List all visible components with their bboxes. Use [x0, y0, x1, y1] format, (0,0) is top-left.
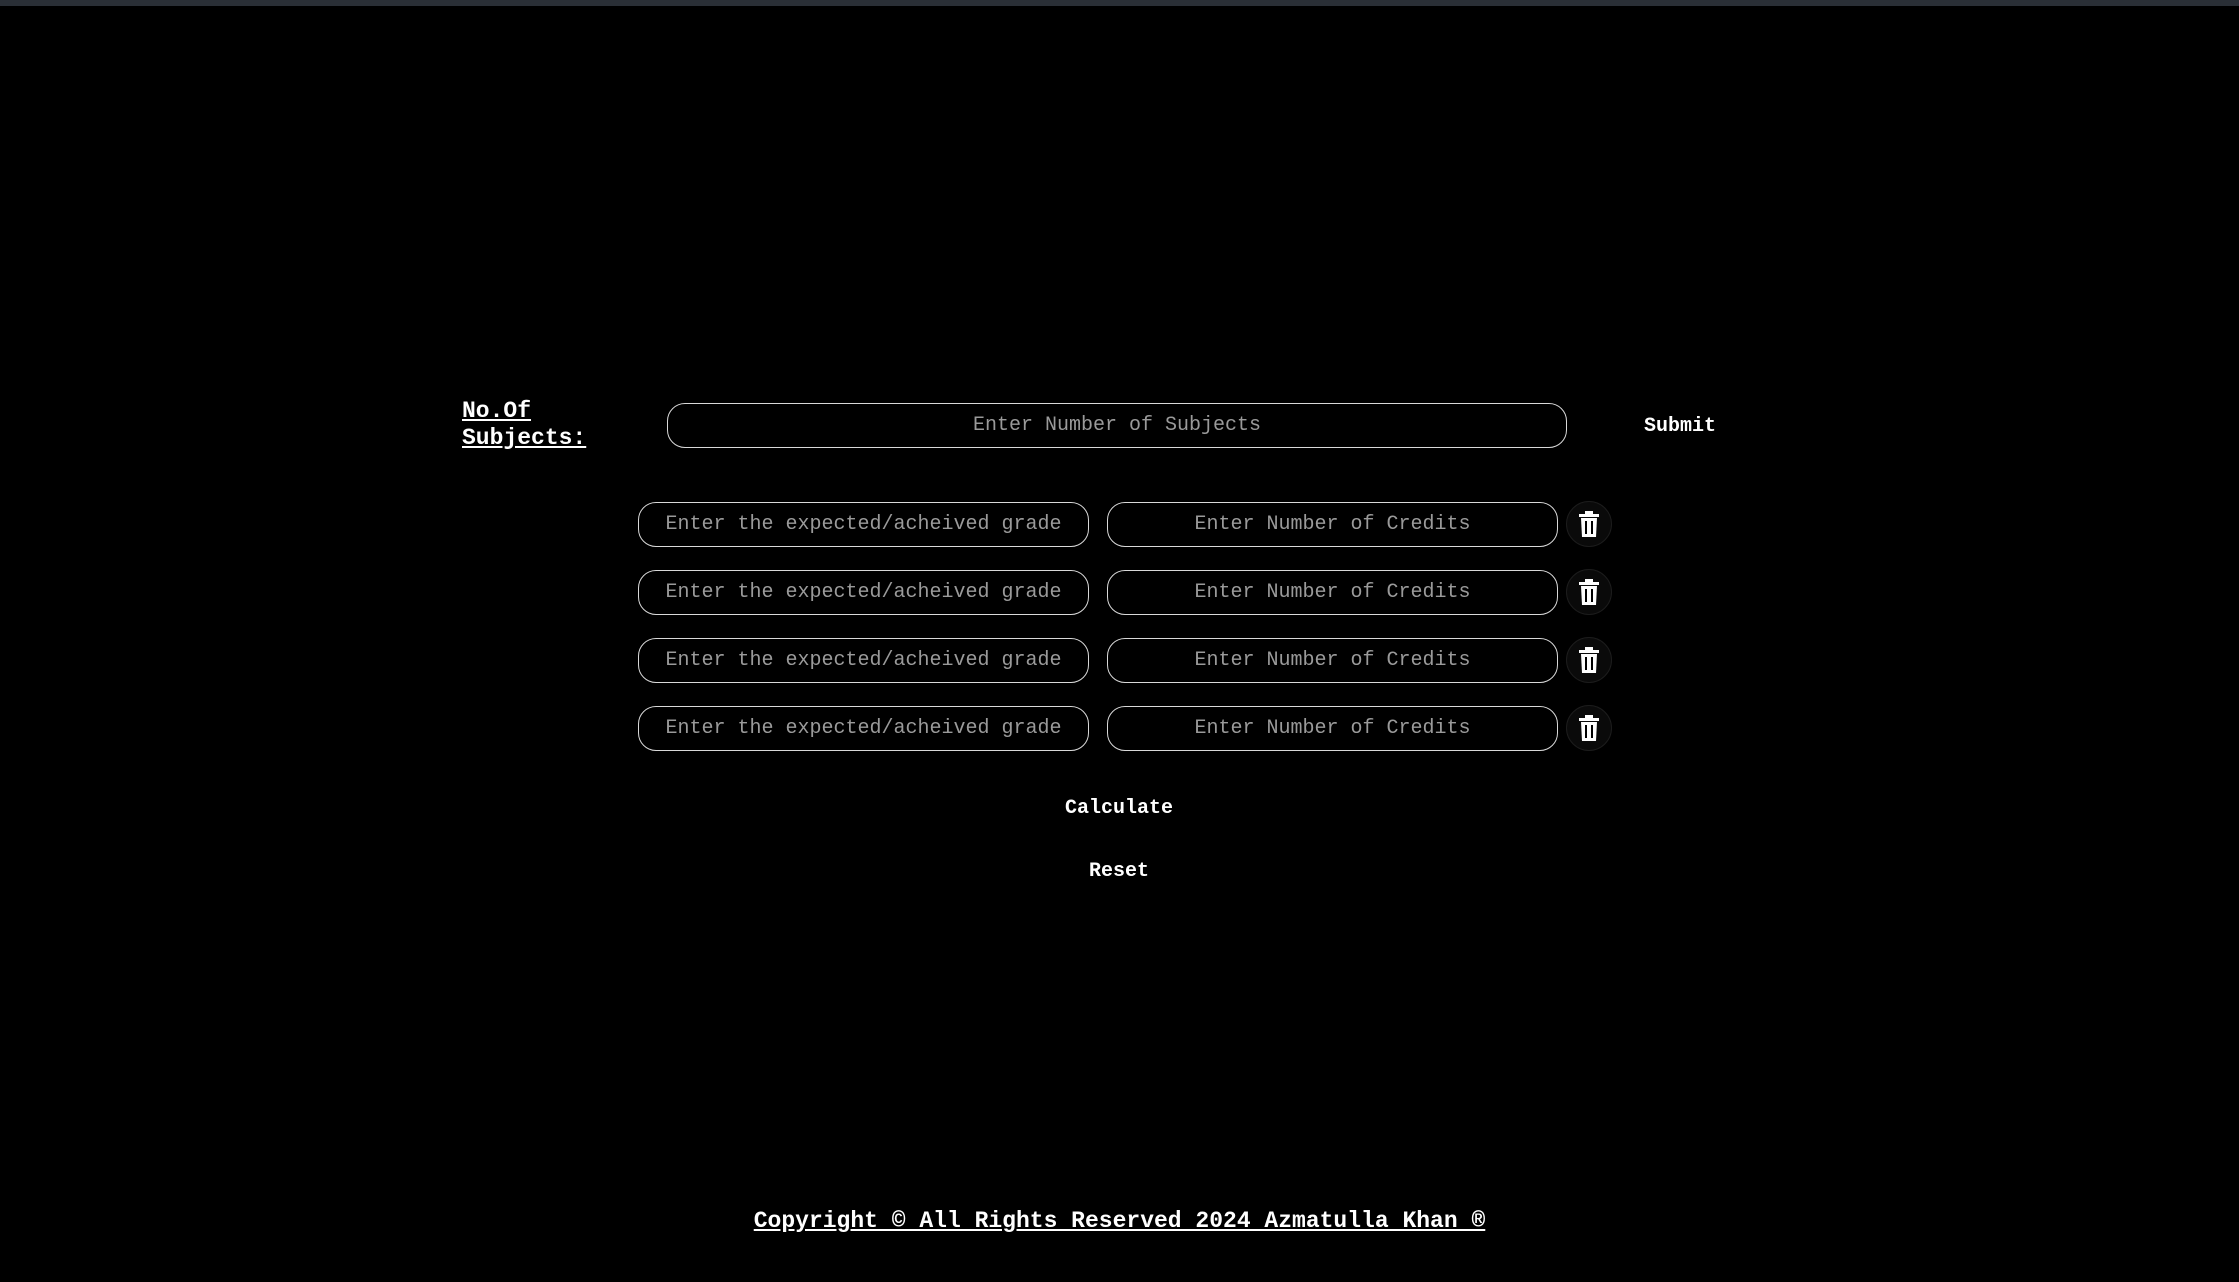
credits-input[interactable]: [1107, 570, 1558, 615]
subject-row: [638, 705, 1618, 774]
trash-icon: [1579, 511, 1599, 537]
subject-row: [638, 637, 1618, 706]
copyright-footer: Copyright © All Rights Reserved 2024 Azm…: [753, 1208, 1486, 1234]
grade-input[interactable]: [638, 502, 1089, 547]
trash-icon: [1579, 647, 1599, 673]
grade-input[interactable]: [638, 638, 1089, 683]
credits-input[interactable]: [1107, 502, 1558, 547]
subject-row: [638, 501, 1618, 570]
delete-row-button[interactable]: [1566, 501, 1612, 547]
trash-icon: [1579, 579, 1599, 605]
calculate-button[interactable]: Calculate: [1019, 793, 1219, 823]
trash-icon: [1579, 715, 1599, 741]
delete-row-button[interactable]: [1566, 637, 1612, 683]
subject-rows: [638, 501, 1618, 774]
delete-row-button[interactable]: [1566, 705, 1612, 751]
submit-button[interactable]: Submit: [1630, 411, 1730, 441]
delete-row-button[interactable]: [1566, 569, 1612, 615]
grade-input[interactable]: [638, 570, 1089, 615]
credits-input[interactable]: [1107, 638, 1558, 683]
subjects-count-input[interactable]: [667, 403, 1567, 448]
subjects-count-label: No.Of Subjects:: [462, 398, 587, 451]
credits-input[interactable]: [1107, 706, 1558, 751]
grade-input[interactable]: [638, 706, 1089, 751]
subject-row: [638, 569, 1618, 638]
reset-button[interactable]: Reset: [1019, 856, 1219, 886]
browser-top-bar: [0, 0, 2239, 6]
